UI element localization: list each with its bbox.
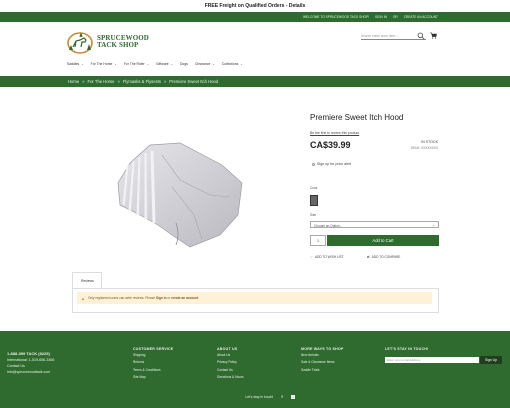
quantity-input[interactable]: 1 <box>310 235 326 246</box>
notice-sign-in-link[interactable]: Sign in <box>156 296 167 300</box>
site-footer: 1-888-399 TACK (8225) International: 1-5… <box>0 331 510 408</box>
cart-icon[interactable] <box>430 32 437 39</box>
breadcrumb-separator: » <box>82 79 85 84</box>
nav-item-saddles[interactable]: Saddles ⌄ <box>67 62 84 66</box>
nav-item-clearance[interactable]: Clearance ⌄ <box>195 62 215 66</box>
breadcrumb-for-the-horse[interactable]: For The Horse <box>88 79 115 84</box>
breadcrumb-current: Premiere Sweet Itch Hood <box>169 79 219 84</box>
product-image[interactable] <box>110 135 250 250</box>
sku-value: XXXXXXXX <box>420 146 438 150</box>
footer-link-saddle-trials[interactable]: Saddle Trials <box>301 367 344 375</box>
footer-customer-service: CUSTOMER SERVICE Shipping Returns Terms … <box>133 347 173 382</box>
footer-link-sitemap[interactable]: Site Map <box>133 374 173 382</box>
add-to-cart-button[interactable]: Add to Cart <box>327 235 439 246</box>
footer-link-shipping[interactable]: Shipping <box>133 352 173 360</box>
chevron-down-icon: ⌄ <box>80 62 84 66</box>
nav-item-giftware[interactable]: Giftware ⌄ <box>156 62 173 66</box>
footer-link-about[interactable]: About Us <box>217 352 244 360</box>
nav-item-for-the-horse[interactable]: For The Horse ⌄ <box>91 62 117 66</box>
wishlist-label[interactable]: ADD TO WISH LIST <box>315 255 344 259</box>
footer-about: ABOUT US About Us Privacy Policy Contact… <box>217 347 244 382</box>
newsletter-signup-button[interactable]: Sign Up <box>480 356 502 364</box>
size-select-value: Choose an Option... <box>314 223 343 228</box>
footer-bottom-text: Let's stay in touch! <box>245 394 274 399</box>
create-account-link[interactable]: CREATE AN ACCOUNT <box>404 15 438 19</box>
logo-text: SPRUCEWOOD TACK SHOP <box>97 35 149 49</box>
account-bar: WELCOME TO SPRUCEWOOD TACK SHOP! SIGN IN… <box>0 12 510 22</box>
alert-bullet-icon <box>312 162 315 166</box>
footer-heading: ABOUT US <box>217 347 238 351</box>
youtube-icon[interactable] <box>290 394 295 399</box>
chevron-down-icon: ⌄ <box>113 62 117 66</box>
horse-rider-logo-icon <box>67 32 93 54</box>
write-review-link[interactable]: Be the first to review this product <box>310 131 359 135</box>
breadcrumb-separator: » <box>163 79 167 84</box>
footer-link-directions[interactable]: Directions & Hours <box>217 374 244 382</box>
review-login-notice: ▲ Only registered users can write review… <box>77 292 432 304</box>
heart-icon: ♡ <box>310 255 313 259</box>
logo-line-2: TACK SHOP <box>97 41 139 49</box>
warning-icon: ▲ <box>81 295 85 301</box>
size-label: Size <box>310 213 317 217</box>
chevron-down-icon: ⌄ <box>211 62 215 66</box>
footer-link-contact[interactable]: Contact Us <box>217 367 244 375</box>
or-text: OR <box>392 15 398 19</box>
sku-label: SKU#: <box>410 146 421 150</box>
chevron-down-icon: ⌄ <box>145 62 149 66</box>
add-to-wishlist-link[interactable]: ♡ ADD TO WISH LIST <box>310 255 344 259</box>
facebook-icon[interactable]: f <box>281 394 282 399</box>
breadcrumb-separator: » <box>117 79 120 84</box>
tab-reviews[interactable]: Reviews <box>72 272 102 288</box>
nav-item-dogs[interactable]: Dogs <box>180 62 188 66</box>
footer-bottom: Let's stay in touch! f <box>0 394 510 399</box>
chevron-down-icon: ⌄ <box>432 223 435 228</box>
footer-heading: MORE WAYS TO SHOP <box>301 347 344 351</box>
product-title: Premiere Sweet Itch Hood <box>310 113 404 122</box>
footer-link-new-arrivals[interactable]: New Arrivals <box>301 352 344 360</box>
newsletter-email-input[interactable]: Enter your email address <box>385 357 479 363</box>
site-header: SPRUCEWOOD TACK SHOP Search entire store… <box>0 22 510 62</box>
footer-newsletter: LET'S STAY IN TOUCH! <box>385 347 428 352</box>
compare-icon: ⇄ <box>367 255 370 259</box>
breadcrumb-home[interactable]: Home <box>68 79 79 84</box>
main-nav: Saddles ⌄ For The Horse ⌄ For The Rider … <box>67 62 243 66</box>
search-icon[interactable] <box>417 32 425 40</box>
footer-contact: 1-888-399 TACK (8225) International: 1-5… <box>7 351 54 375</box>
stock-status: IN STOCK <box>421 140 438 144</box>
footer-link-sale[interactable]: Sale & Clearance Items <box>301 359 344 367</box>
notice-create-account-link[interactable]: create an account <box>171 296 198 300</box>
announcement-text[interactable]: FREE Freight on Qualified Orders - Detai… <box>205 3 306 9</box>
footer-email[interactable]: info@sprucewoodtack.com <box>7 369 54 375</box>
footer-link-privacy[interactable]: Privacy Policy <box>217 359 244 367</box>
nav-item-collections[interactable]: Collections ⌄ <box>222 62 243 66</box>
price-alert-label[interactable]: Sign up for price alert <box>317 162 351 166</box>
announcement-bar[interactable]: FREE Freight on Qualified Orders - Detai… <box>0 0 510 12</box>
color-label: Color <box>310 186 318 190</box>
welcome-text: WELCOME TO SPRUCEWOOD TACK SHOP! <box>303 15 370 19</box>
add-to-compare-link[interactable]: ⇄ ADD TO COMPARE <box>367 255 400 259</box>
site-logo[interactable]: SPRUCEWOOD TACK SHOP <box>66 30 149 54</box>
breadcrumb-flymasks[interactable]: Flymasks & Flysests <box>123 79 161 84</box>
notice-text: Only registered users can write reviews.… <box>87 296 199 300</box>
footer-heading: LET'S STAY IN TOUCH! <box>385 347 429 351</box>
footer-link-terms[interactable]: Terms & Conditions <box>133 367 173 375</box>
footer-link-returns[interactable]: Returns <box>133 359 173 367</box>
breadcrumb: Home » For The Horse » Flymasks & Flyses… <box>0 76 510 87</box>
nav-item-for-the-rider[interactable]: For The Rider ⌄ <box>124 62 149 66</box>
compare-label[interactable]: ADD TO COMPARE <box>372 255 401 259</box>
sign-in-link[interactable]: SIGN IN <box>375 15 387 19</box>
sku: SKU#: XXXXXXXX <box>404 146 438 150</box>
footer-heading: CUSTOMER SERVICE <box>133 347 174 351</box>
chevron-down-icon: ⌄ <box>169 62 173 66</box>
size-select[interactable]: Choose an Option... ⌄ <box>310 221 439 228</box>
price-alert-link[interactable]: Sign up for price alert <box>312 162 351 166</box>
footer-more-ways: MORE WAYS TO SHOP New Arrivals Sale & Cl… <box>301 347 344 374</box>
color-swatch[interactable] <box>310 195 318 206</box>
chevron-down-icon: ⌄ <box>239 62 243 66</box>
product-price: CA$39.99 <box>310 140 351 150</box>
